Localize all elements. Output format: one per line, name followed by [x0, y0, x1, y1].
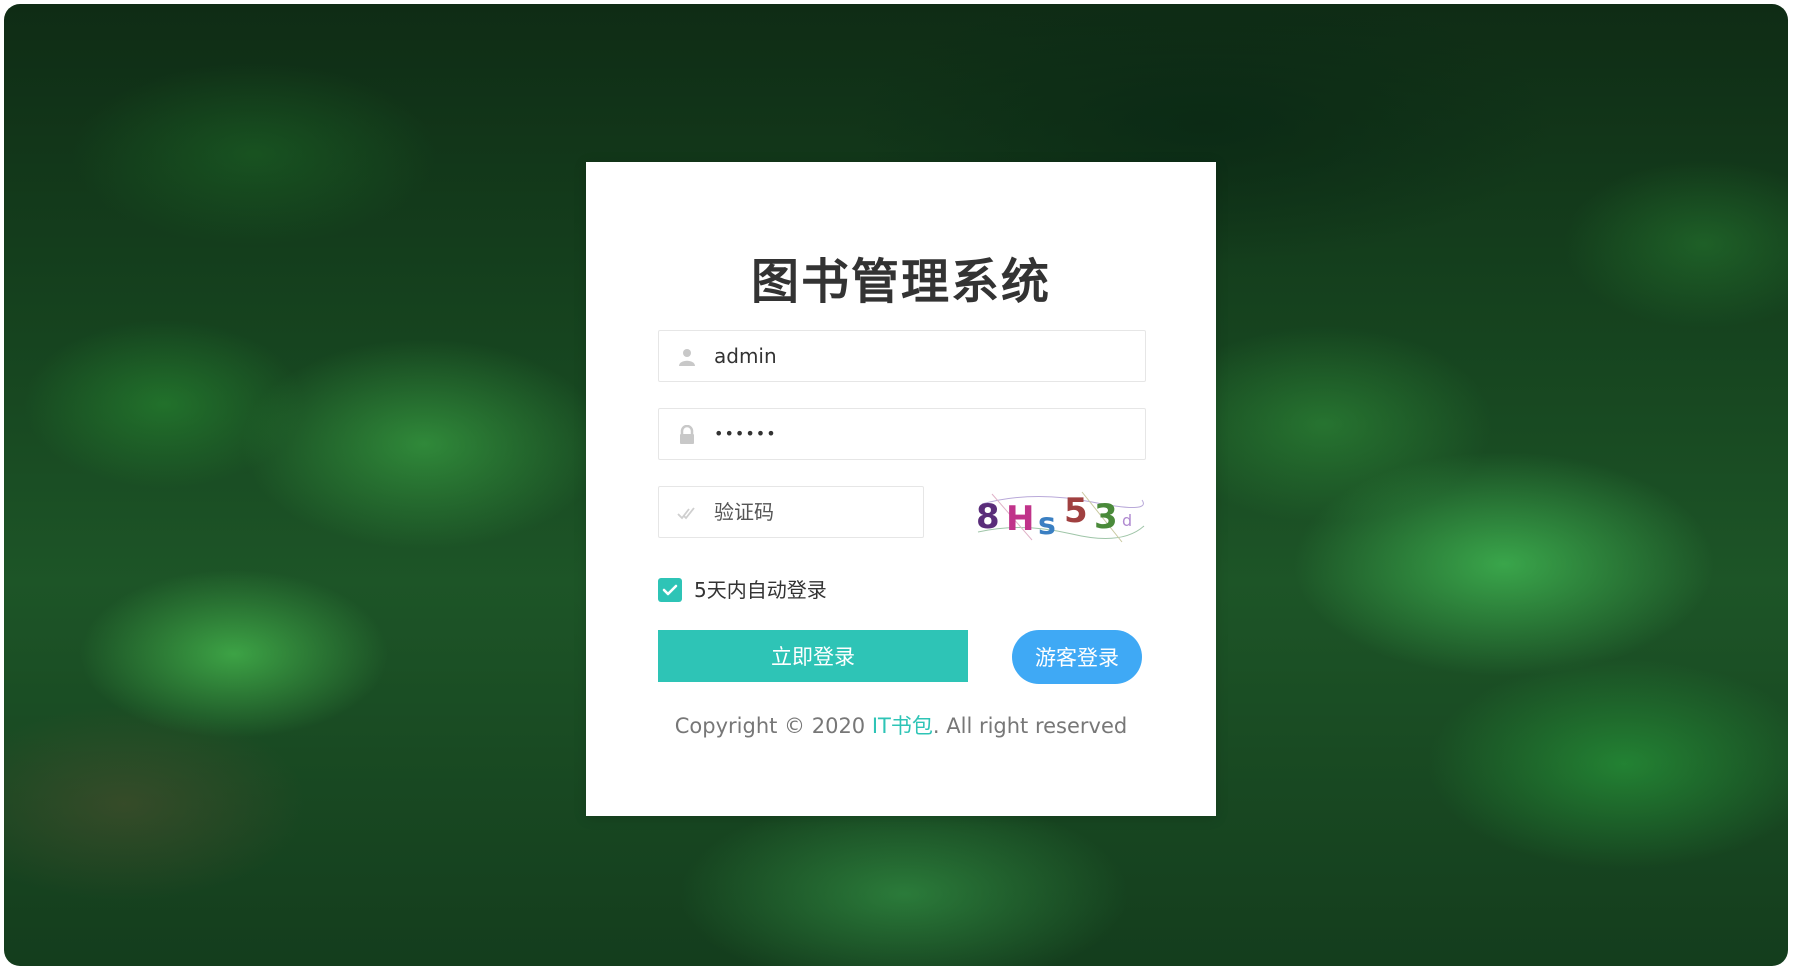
svg-text:3: 3 — [1094, 497, 1118, 537]
remember-checkbox[interactable] — [658, 578, 682, 602]
svg-text:H: H — [1006, 499, 1034, 539]
username-value: admin — [714, 344, 777, 368]
check-icon — [677, 503, 697, 523]
copyright: Copyright © 2020 IT书包. All right reserve… — [586, 710, 1216, 740]
copyright-suffix: . All right reserved — [932, 714, 1128, 738]
copyright-link[interactable]: IT书包 — [872, 714, 933, 738]
copyright-prefix: Copyright © 2020 — [674, 714, 872, 738]
login-card: 图书管理系统 admin •••••• 验证码 8 H s 5 3 d 5天内自… — [586, 162, 1216, 816]
checkmark-icon — [662, 584, 678, 596]
svg-text:5: 5 — [1064, 491, 1088, 531]
login-button[interactable]: 立即登录 — [658, 630, 968, 682]
captcha-field[interactable]: 验证码 — [658, 486, 924, 538]
background-image: 图书管理系统 admin •••••• 验证码 8 H s 5 3 d 5天内自… — [4, 4, 1788, 966]
svg-text:d: d — [1122, 511, 1132, 530]
remember-label: 5天内自动登录 — [694, 578, 827, 602]
svg-text:8: 8 — [976, 497, 1000, 537]
lock-icon — [677, 424, 697, 445]
password-value: •••••• — [714, 424, 777, 443]
captcha-placeholder: 验证码 — [714, 500, 774, 524]
svg-text:s: s — [1038, 507, 1056, 542]
user-icon — [677, 347, 697, 367]
username-field[interactable]: admin — [658, 330, 1146, 382]
captcha-image[interactable]: 8 H s 5 3 d — [972, 482, 1146, 546]
guest-login-button[interactable]: 游客登录 — [1012, 630, 1142, 684]
password-field[interactable]: •••••• — [658, 408, 1146, 460]
page-title: 图书管理系统 — [750, 254, 1051, 310]
